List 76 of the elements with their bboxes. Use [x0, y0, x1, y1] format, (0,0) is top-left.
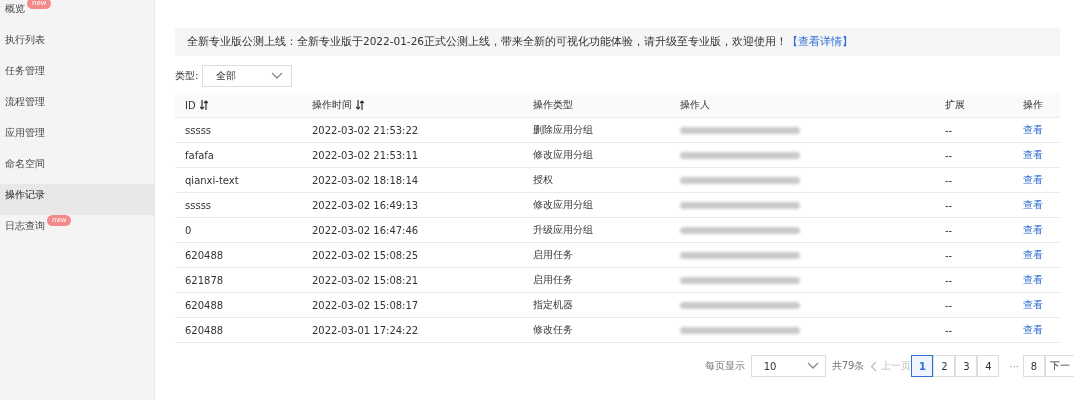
column-header: ID [185, 99, 196, 111]
table-cell: -- [945, 174, 953, 186]
view-link[interactable]: 查看 [1023, 323, 1043, 337]
table-cell: 启用任务 [533, 248, 573, 262]
column-header: 操作时间 [312, 98, 352, 112]
view-link[interactable]: 查看 [1023, 298, 1043, 312]
table-cell: 2022-03-02 21:53:22 [312, 124, 419, 136]
table-cell: 2022-03-02 18:18:14 [312, 174, 419, 186]
table-cell: -- [945, 274, 953, 286]
table-cell: 升级应用分组 [533, 223, 593, 237]
sidebar-item[interactable]: 执行列表 [0, 29, 154, 60]
table-cell: 启用任务 [533, 273, 573, 287]
table-cell: 2022-03-02 15:08:21 [312, 274, 419, 286]
table-cell: 修改任务 [533, 323, 573, 337]
notice-text: 全新专业版公测上线：全新专业版于2022-01-26正式公测上线，带来全新的可视化功能体验，请升级至专业版，欢迎使用！ [187, 35, 788, 49]
table-cell: -- [945, 324, 953, 336]
table-cell: 2022-03-02 21:53:11 [312, 149, 419, 161]
table-cell: -- [945, 224, 953, 236]
page-button[interactable]: 4 [977, 355, 1000, 377]
table-cell: 删除应用分组 [533, 123, 593, 137]
table-cell: 2022-03-02 16:47:46 [312, 224, 419, 236]
table-cell: qianxi-text [185, 174, 239, 186]
table-cell: 0 [185, 224, 192, 236]
column-header: 操作类型 [533, 98, 573, 112]
table-cell: -- [945, 249, 953, 261]
page-button[interactable]: 1 [911, 355, 934, 377]
table-cell: 2022-03-02 16:49:13 [312, 199, 419, 211]
chevron-down-icon [271, 72, 284, 80]
table-cell: 2022-03-02 15:08:17 [312, 299, 419, 311]
sidebar-item[interactable]: 任务管理 [0, 60, 154, 91]
sidebar-item[interactable]: 操作记录 [0, 184, 154, 215]
table-cell: 2022-03-01 17:24:22 [312, 324, 419, 336]
total-count: 共79条 [831, 359, 865, 373]
details-link[interactable]: 【查看详情】 [787, 35, 854, 49]
page-button[interactable]: 8 [1023, 355, 1045, 377]
page-button[interactable]: 2 [933, 355, 956, 377]
table-cell: 620488 [185, 324, 224, 336]
table-cell: sssss [185, 199, 212, 211]
sort-icon[interactable] [356, 100, 364, 110]
view-link[interactable]: 查看 [1023, 198, 1043, 212]
column-header: 操作 [1023, 98, 1043, 112]
table-cell: 2022-03-02 15:08:25 [312, 249, 419, 261]
table-cell: 授权 [533, 173, 553, 187]
table-cell: sssss [185, 124, 212, 136]
view-link[interactable]: 查看 [1023, 273, 1043, 287]
chevron-left-icon [870, 360, 878, 372]
sidebar-item[interactable]: 流程管理 [0, 91, 154, 122]
table-cell: 621878 [185, 274, 224, 286]
table-cell: 修改应用分组 [533, 198, 593, 212]
table-cell: -- [945, 299, 953, 311]
view-link[interactable]: 查看 [1023, 248, 1043, 262]
table-cell: 修改应用分组 [533, 148, 593, 162]
table-cell: fafafa [185, 149, 214, 161]
type-label: 类型: [175, 69, 199, 83]
column-header: 操作人 [680, 98, 710, 112]
table-cell: 620488 [185, 299, 224, 311]
table-cell: 620488 [185, 249, 224, 261]
page-size-select[interactable]: 10 [750, 355, 826, 377]
column-header: 扩展 [945, 98, 965, 112]
sort-icon[interactable] [199, 100, 208, 110]
page-ellipsis: ··· [1008, 360, 1020, 372]
table-cell: -- [945, 124, 953, 136]
view-link[interactable]: 查看 [1023, 173, 1043, 187]
sidebar-item[interactable]: 应用管理 [0, 122, 154, 153]
sidebar-item[interactable]: 命名空间 [0, 153, 154, 184]
type-select[interactable]: 全部 [202, 65, 293, 87]
page-size-label: 每页显示 [704, 359, 745, 373]
next-page-button[interactable]: 下一 [1045, 355, 1074, 377]
table-cell: -- [945, 199, 953, 211]
view-link[interactable]: 查看 [1023, 148, 1043, 162]
table-cell: 指定机器 [533, 298, 573, 312]
chevron-down-icon [806, 362, 819, 370]
table-cell: -- [945, 149, 953, 161]
view-link[interactable]: 查看 [1023, 123, 1043, 137]
view-link[interactable]: 查看 [1023, 223, 1043, 237]
page-button[interactable]: 3 [955, 355, 978, 377]
